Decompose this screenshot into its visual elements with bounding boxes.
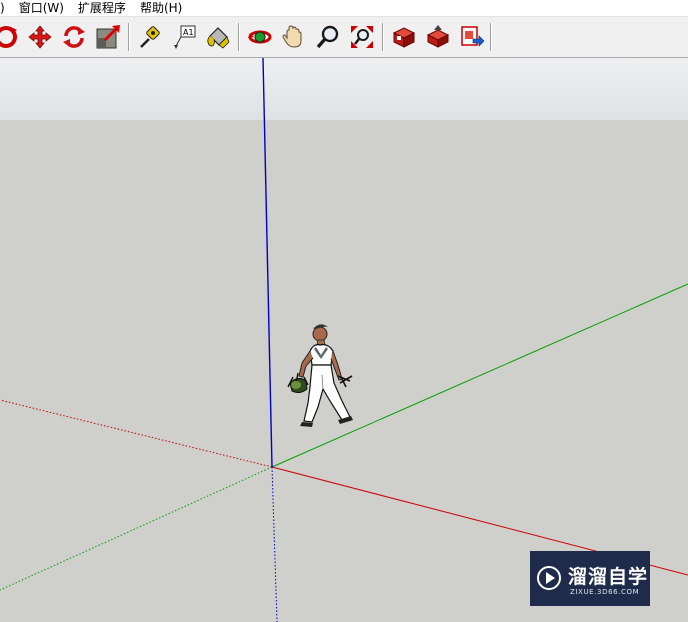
zoom-extents-icon (351, 26, 373, 48)
share-model-icon (426, 25, 450, 48)
text-tool-button[interactable]: A1 (168, 21, 200, 53)
warehouse-button[interactable] (388, 21, 420, 53)
orbit-camera-icon (248, 30, 272, 44)
menu-item-window[interactable]: 窗口(W) (12, 0, 71, 16)
menu-item-help[interactable]: 帮助(H) (133, 0, 189, 16)
tape-measure-icon (140, 26, 160, 48)
menu-bar: ) 窗口(W) 扩展程序 帮助(H) (0, 0, 688, 17)
blue-axis-negative (271, 466, 278, 622)
blue-axis-positive (262, 58, 273, 468)
pan-tool-button[interactable] (278, 21, 310, 53)
orbit-camera-tool-button[interactable] (244, 21, 276, 53)
toolbar-separator (128, 23, 129, 51)
paint-bucket-icon (207, 27, 230, 49)
move-icon (28, 25, 52, 49)
text-tool-glyph: A1 (183, 28, 194, 37)
zoom-icon (316, 25, 339, 49)
tape-measure-tool-button[interactable] (134, 21, 166, 53)
export-icon (461, 26, 485, 47)
toolbar-separator (382, 23, 383, 51)
watermark-badge: 溜溜自学 ZIXUE.3D66.COM (530, 551, 650, 606)
paint-bucket-tool-button[interactable] (202, 21, 234, 53)
person-figure[interactable] (276, 321, 366, 471)
share-model-button[interactable] (422, 21, 454, 53)
watermark-title: 溜溜自学 (568, 566, 649, 588)
warehouse-icon (392, 27, 416, 48)
menu-item-view-fragment[interactable]: ) (0, 0, 12, 16)
move-tool-button[interactable] (24, 21, 56, 53)
export-button[interactable] (456, 21, 488, 53)
3d-viewport[interactable]: 溜溜自学 ZIXUE.3D66.COM (0, 58, 688, 622)
toolbar-separator (490, 23, 491, 51)
rotate-tool-button[interactable] (58, 21, 90, 53)
orbit-tool-button[interactable] (0, 21, 22, 53)
menu-item-extensions[interactable]: 扩展程序 (71, 0, 133, 16)
orbit-icon (0, 26, 17, 48)
zoom-tool-button[interactable] (312, 21, 344, 53)
main-toolbar: A1 (0, 17, 688, 58)
watermark-subtitle: ZIXUE.3D66.COM (570, 588, 640, 596)
zoom-extents-tool-button[interactable] (346, 21, 378, 53)
text-label-icon: A1 (174, 25, 196, 49)
red-axis-negative (0, 399, 273, 468)
scale-icon (96, 25, 120, 49)
play-logo-icon (537, 566, 561, 590)
toolbar-separator (238, 23, 239, 51)
rotate-icon (63, 26, 85, 48)
green-axis-negative (0, 466, 273, 591)
scale-tool-button[interactable] (92, 21, 124, 53)
pan-icon (282, 25, 302, 48)
